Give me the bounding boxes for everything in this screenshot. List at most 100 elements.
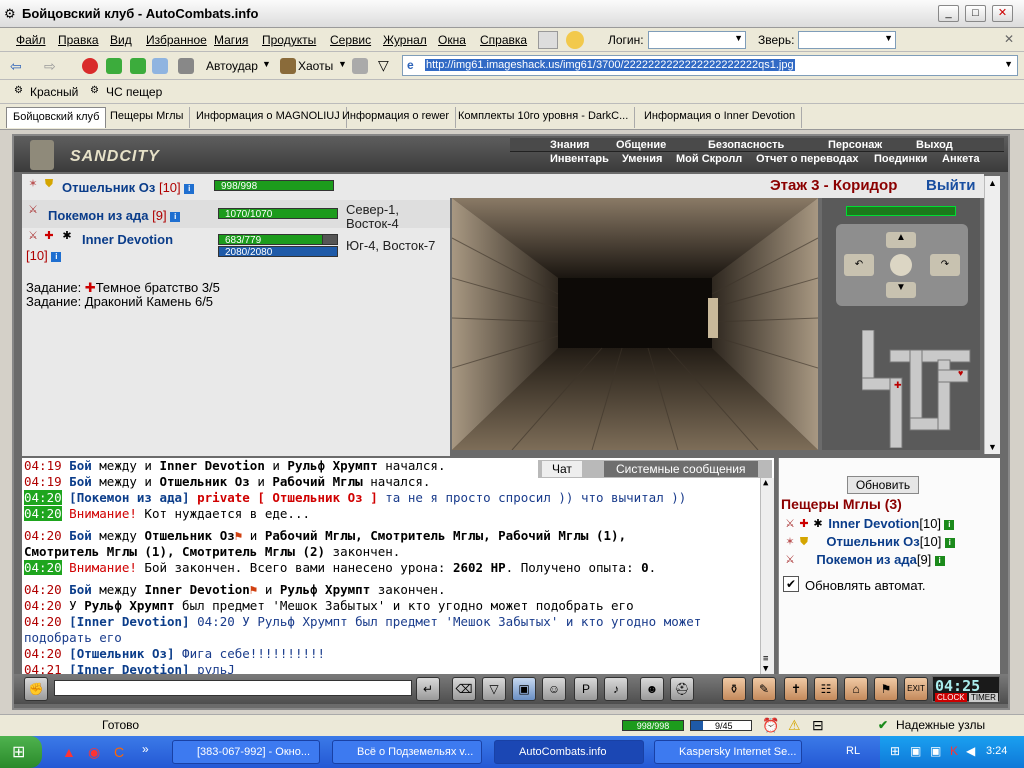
back-icon[interactable]: ⇦ bbox=[10, 58, 22, 75]
lock-icon[interactable]: ⌂ bbox=[844, 677, 868, 701]
send-icon[interactable]: ↵ bbox=[416, 677, 440, 701]
tab-info-magnoliuj[interactable]: Информация о MAGNOLIUJ bbox=[190, 107, 347, 128]
start-button[interactable]: ⊞ bbox=[0, 736, 42, 768]
address-dropdown-icon[interactable]: ▼ bbox=[1004, 59, 1013, 69]
chat-scrollbar[interactable]: ▲ ≡ ▼ bbox=[760, 478, 774, 674]
autoudar-dropdown-icon[interactable]: ▼ bbox=[262, 59, 271, 69]
fist-icon[interactable]: ✊ bbox=[24, 677, 48, 701]
player-name[interactable]: Покемон из ада [9] i bbox=[48, 208, 181, 223]
tab-info-rewer[interactable]: Информация о rewer bbox=[336, 107, 457, 128]
minimize-button[interactable]: _ bbox=[938, 5, 959, 22]
refresh-icon[interactable] bbox=[106, 58, 122, 74]
nav-transfer-report[interactable]: Отчет о переводах bbox=[756, 153, 859, 165]
player-link[interactable]: Inner Devotion bbox=[828, 516, 919, 531]
menu-edit[interactable]: Правка bbox=[58, 33, 99, 47]
more-icon[interactable]: » bbox=[142, 742, 149, 756]
menu-file[interactable]: Файл bbox=[16, 33, 46, 47]
chat-input[interactable] bbox=[54, 680, 412, 696]
tab-system-messages[interactable]: Системные сообщения bbox=[604, 461, 758, 477]
menu-service[interactable]: Сервис bbox=[330, 33, 371, 47]
nav-exit[interactable]: Выход bbox=[916, 139, 953, 151]
clock-label[interactable]: CLOCK bbox=[935, 693, 967, 702]
sound-icon[interactable] bbox=[352, 58, 368, 74]
alarm-icon[interactable]: ⏰ bbox=[762, 717, 779, 734]
taskbar-item[interactable]: Всё о Подземельях v... bbox=[332, 740, 482, 764]
turn-left-icon[interactable]: ↶ bbox=[844, 254, 874, 276]
sound-icon[interactable]: ♪ bbox=[604, 677, 628, 701]
tray-icon[interactable]: ▣ bbox=[930, 744, 941, 758]
player-name[interactable]: Inner Devotion bbox=[82, 232, 173, 247]
people-icon[interactable]: ☺ bbox=[542, 677, 566, 701]
link-red[interactable]: Красный bbox=[30, 85, 78, 99]
nav-inventory[interactable]: Инвентарь bbox=[550, 153, 609, 165]
nav-character[interactable]: Персонаж bbox=[828, 139, 882, 151]
menu-windows[interactable]: Окна bbox=[438, 33, 466, 47]
info-icon[interactable]: i bbox=[170, 211, 181, 222]
tab-fight-club[interactable]: Бойцовский клуб bbox=[6, 107, 107, 128]
filter-icon[interactable]: ▽ bbox=[378, 57, 389, 74]
forward-icon[interactable]: ⇨ bbox=[44, 58, 56, 75]
menu-favorites[interactable]: Избранное bbox=[146, 33, 207, 47]
auto-refresh-checkbox[interactable]: ✔ bbox=[783, 576, 799, 592]
arrow-down-icon[interactable]: ▼ bbox=[886, 282, 916, 298]
corridor-view[interactable] bbox=[452, 198, 818, 450]
nav-duels[interactable]: Поединки bbox=[874, 153, 927, 165]
maximize-button[interactable]: □ bbox=[965, 5, 986, 22]
eraser-icon[interactable]: ⌫ bbox=[452, 677, 476, 701]
nav-chat[interactable]: Общение bbox=[616, 139, 666, 151]
smiley-icon[interactable] bbox=[566, 31, 584, 49]
refresh-button[interactable]: Обновить bbox=[847, 476, 919, 494]
tab-chat[interactable]: Чат bbox=[542, 461, 582, 477]
close-button[interactable]: ✕ bbox=[992, 5, 1013, 22]
exit-location-link[interactable]: Выйти bbox=[926, 177, 975, 194]
nav-profile[interactable]: Анкета bbox=[942, 153, 980, 165]
helmet-icon[interactable]: ⛑ bbox=[670, 677, 694, 701]
kaspersky-tray-icon[interactable]: K bbox=[950, 744, 958, 758]
address-text[interactable]: http://img61.imageshack.us/img61/3700/22… bbox=[425, 59, 795, 71]
tab-sets[interactable]: Комплекты 10го уровня - DarkC... bbox=[452, 107, 636, 128]
menu-help[interactable]: Справка bbox=[480, 33, 527, 47]
translit-icon[interactable]: P bbox=[574, 677, 598, 701]
tray-icon[interactable]: ▣ bbox=[910, 744, 921, 758]
info-icon[interactable]: i bbox=[934, 555, 945, 566]
tray-icon[interactable]: ◀ bbox=[966, 744, 975, 758]
potion-icon[interactable]: ⚱ bbox=[722, 677, 746, 701]
beast-select[interactable]: ▼ bbox=[798, 31, 896, 49]
refresh2-icon[interactable] bbox=[130, 58, 146, 74]
taskbar-item[interactable]: Kaspersky Internet Se... bbox=[654, 740, 802, 764]
brb-icon[interactable] bbox=[538, 31, 558, 49]
save-icon[interactable]: ▣ bbox=[512, 677, 536, 701]
arrow-up-icon[interactable]: ▲ bbox=[886, 232, 916, 248]
nav-security[interactable]: Безопасность bbox=[708, 139, 784, 151]
address-bar[interactable]: e http://img61.imageshack.us/img61/3700/… bbox=[402, 55, 1018, 76]
group-icon[interactable]: ☷ bbox=[814, 677, 838, 701]
stop-icon[interactable] bbox=[82, 58, 98, 74]
quicklaunch-icon[interactable]: ▲ bbox=[62, 744, 76, 760]
smile-icon[interactable]: ☻ bbox=[640, 677, 664, 701]
taskbar-item[interactable]: AutoCombats.info bbox=[494, 740, 644, 764]
tools-icon[interactable] bbox=[178, 58, 194, 74]
filter-icon[interactable]: ▽ bbox=[482, 677, 506, 701]
login-select[interactable]: ▼ bbox=[648, 31, 746, 49]
quicklaunch-icon[interactable]: ◉ bbox=[88, 744, 100, 761]
link-cs-caves[interactable]: ЧС пещер bbox=[106, 85, 162, 99]
menu-journal[interactable]: Журнал bbox=[383, 33, 427, 47]
flag-icon[interactable]: ⚑ bbox=[874, 677, 898, 701]
info-icon[interactable]: i bbox=[944, 537, 955, 548]
player-name[interactable]: Отшельник Оз [10] i bbox=[62, 180, 195, 195]
scroll-icon[interactable]: ✎ bbox=[752, 677, 776, 701]
haoty-dropdown-icon[interactable]: ▼ bbox=[338, 59, 347, 69]
tab-caves[interactable]: Пещеры Мглы bbox=[104, 107, 191, 128]
language-indicator[interactable]: RL bbox=[846, 745, 860, 757]
autoudar-button[interactable]: Автоудар bbox=[206, 59, 258, 73]
quicklaunch-icon[interactable]: C bbox=[114, 744, 124, 760]
turn-right-icon[interactable]: ↷ bbox=[930, 254, 960, 276]
cross-icon[interactable]: ✝ bbox=[784, 677, 808, 701]
exit-icon[interactable]: EXIT bbox=[904, 677, 928, 701]
home-icon[interactable] bbox=[152, 58, 168, 74]
close-menu-icon[interactable]: ✕ bbox=[1004, 32, 1014, 46]
tray-icon[interactable]: ⊞ bbox=[890, 744, 900, 758]
tab-info-inner-devotion[interactable]: Информация о Inner Devotion bbox=[638, 107, 803, 128]
info-icon[interactable]: i bbox=[944, 519, 955, 530]
nav-knowledge[interactable]: Знания bbox=[550, 139, 589, 151]
